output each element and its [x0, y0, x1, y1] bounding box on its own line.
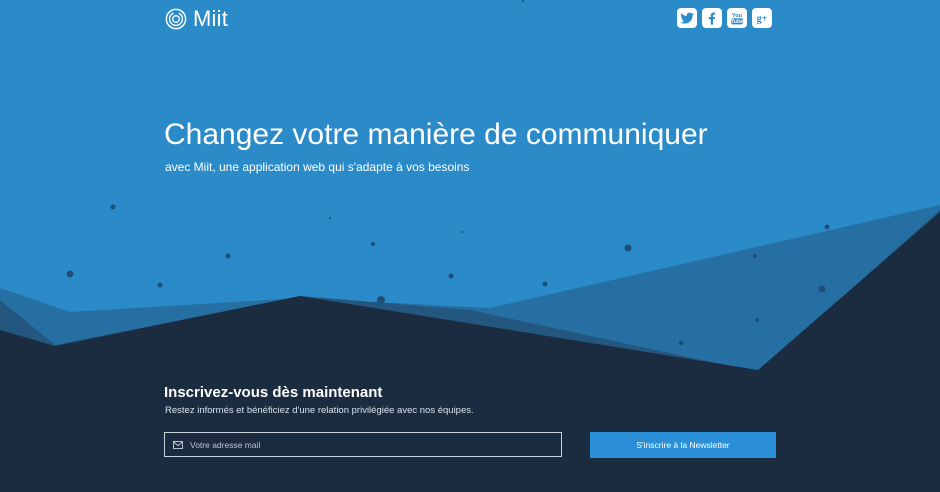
hero-background	[0, 0, 940, 492]
star-dot	[157, 282, 163, 288]
star-dot	[461, 231, 463, 233]
envelope-icon	[173, 440, 183, 449]
email-field[interactable]	[164, 432, 562, 457]
header: Miit You Tube g+	[0, 0, 940, 40]
svg-text:Tube: Tube	[731, 19, 743, 25]
star-dot	[329, 217, 331, 219]
facebook-button[interactable]	[702, 8, 722, 28]
svg-text:g+: g+	[757, 13, 768, 24]
google-plus-icon: g+	[757, 13, 768, 24]
twitter-icon	[680, 12, 694, 24]
youtube-icon: You Tube	[731, 13, 743, 25]
social-links: You Tube g+	[677, 8, 772, 28]
email-input[interactable]	[190, 439, 530, 450]
star-dot	[818, 285, 826, 293]
star-dot	[110, 204, 116, 210]
hero-subtitle: avec Miit, une application web qui s'ada…	[165, 160, 470, 174]
star-dot	[66, 270, 74, 278]
star-dot	[753, 254, 757, 258]
twitter-button[interactable]	[677, 8, 697, 28]
signup-description: Restez informés et bénéficiez d'une rela…	[165, 405, 474, 416]
star-dot	[448, 273, 454, 279]
star-dot	[755, 318, 759, 322]
brand-logo[interactable]: Miit	[165, 6, 228, 32]
star-dot	[377, 296, 385, 304]
star-dot	[678, 340, 684, 346]
svg-text:You: You	[732, 13, 743, 19]
google-plus-button[interactable]: g+	[752, 8, 772, 28]
star-dot	[824, 224, 830, 230]
youtube-button[interactable]: You Tube	[727, 8, 747, 28]
brand-name: Miit	[193, 6, 229, 31]
star-dot	[371, 242, 375, 246]
signup-title: Inscrivez-vous dès maintenant	[164, 384, 383, 401]
star-dot	[225, 253, 231, 259]
concentric-circles-logo-icon	[165, 8, 187, 30]
hero-title: Changez votre manière de communiquer	[164, 118, 708, 151]
subscribe-newsletter-button[interactable]: S'inscrire à la Newsletter	[590, 432, 776, 458]
facebook-icon	[708, 12, 716, 25]
star-dot	[542, 281, 548, 287]
star-dot	[624, 244, 632, 252]
